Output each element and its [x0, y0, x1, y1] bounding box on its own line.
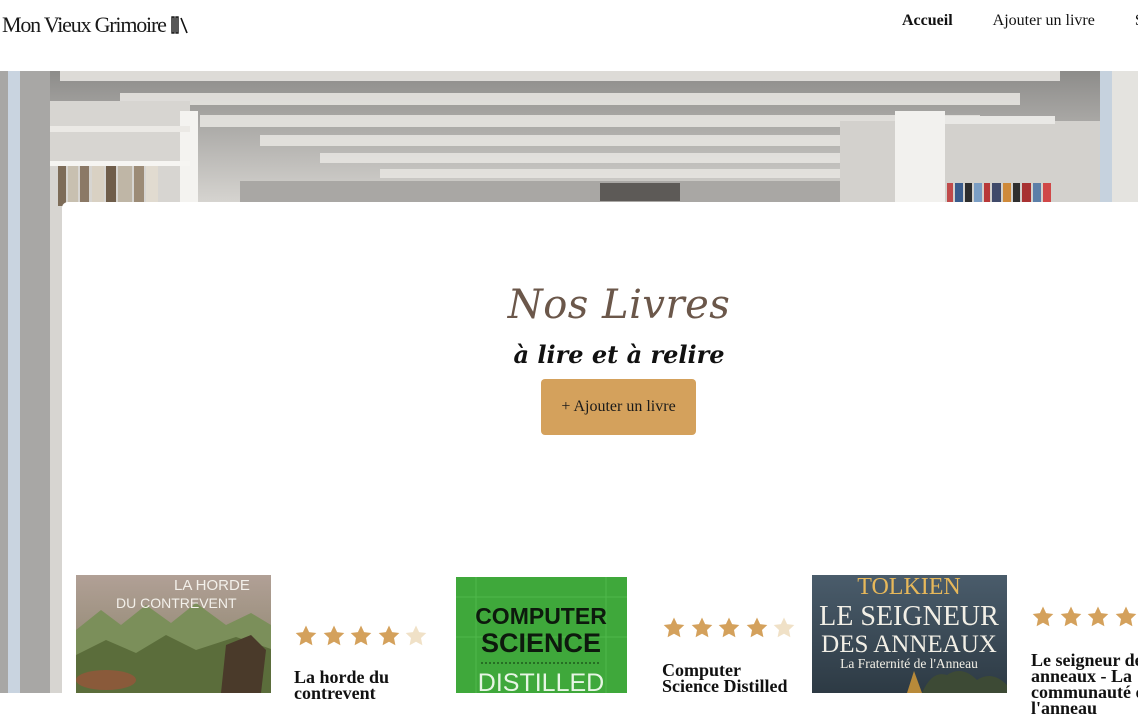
book-title-horde[interactable]: La horde du contrevent: [294, 668, 424, 702]
star-filled-icon: [746, 617, 767, 638]
book-title-computer-science[interactable]: Computer Science Distilled: [662, 661, 802, 695]
add-book-button[interactable]: + Ajouter un livre: [541, 379, 696, 435]
main-nav: Accueil Ajouter un livre S: [902, 12, 1138, 30]
star-filled-icon: [718, 617, 740, 638]
page-title: Nos Livres: [507, 282, 731, 328]
site-logo[interactable]: Mon Vieux Grimoire: [2, 12, 189, 38]
star-filled-icon: [1060, 606, 1081, 627]
book-rating-computer-science: [662, 616, 800, 640]
top-header: Mon Vieux Grimoire Accueil Ajouter un li…: [0, 0, 1138, 71]
star-filled-icon: [323, 625, 344, 646]
nav-item-accueil[interactable]: Accueil: [902, 12, 953, 30]
cover-line4: La Fraternité de l'Anneau: [840, 656, 978, 671]
star-filled-icon: [378, 625, 399, 646]
book-rating-seigneur-anneaux: [1031, 605, 1138, 629]
cover-line1: LA HORDE: [174, 577, 250, 594]
book-cover-seigneur-anneaux[interactable]: TOLKIEN LE SEIGNEUR DES ANNEAUX La Frate…: [812, 575, 1007, 693]
book-title-seigneur-anneaux[interactable]: Le seigneur des anneaux - La communauté …: [1031, 651, 1138, 717]
star-filled-icon: [1115, 606, 1136, 627]
cover-line2: LE SEIGNEUR: [819, 601, 999, 632]
book-cover-art: TOLKIEN LE SEIGNEUR DES ANNEAUX La Frate…: [812, 575, 1007, 693]
star-filled-icon: [663, 617, 685, 638]
star-empty-icon: [405, 625, 427, 646]
book-cover-horde[interactable]: LA HORDE DU CONTREVENT: [76, 575, 271, 693]
cover-line3: DISTILLED: [478, 669, 604, 693]
star-filled-icon: [1087, 606, 1109, 627]
book-cover-computer-science[interactable]: COMPUTER SCIENCE DISTILLED: [456, 577, 627, 693]
star-empty-icon: [773, 617, 795, 638]
star-filled-icon: [1032, 606, 1054, 627]
page-subtitle: à lire et à relire: [513, 340, 725, 369]
cover-line1: COMPUTER: [475, 603, 607, 629]
book-cover-art: LA HORDE DU CONTREVENT: [76, 575, 271, 693]
star-filled-icon: [350, 625, 372, 646]
cover-line3: DES ANNEAUX: [821, 631, 997, 658]
book-cover-art: COMPUTER SCIENCE DISTILLED: [456, 577, 627, 693]
logo-text: Mon Vieux Grimoire: [2, 12, 167, 37]
cover-line2: DU CONTREVENT: [116, 595, 237, 611]
book-rating-horde: [294, 624, 432, 648]
star-filled-icon: [295, 625, 317, 646]
cover-line2: SCIENCE: [481, 628, 601, 658]
books-logo-icon: [170, 16, 188, 34]
star-filled-icon: [691, 617, 712, 638]
cover-line1: TOLKIEN: [857, 575, 961, 600]
nav-item-ajouter-livre[interactable]: Ajouter un livre: [993, 12, 1095, 30]
